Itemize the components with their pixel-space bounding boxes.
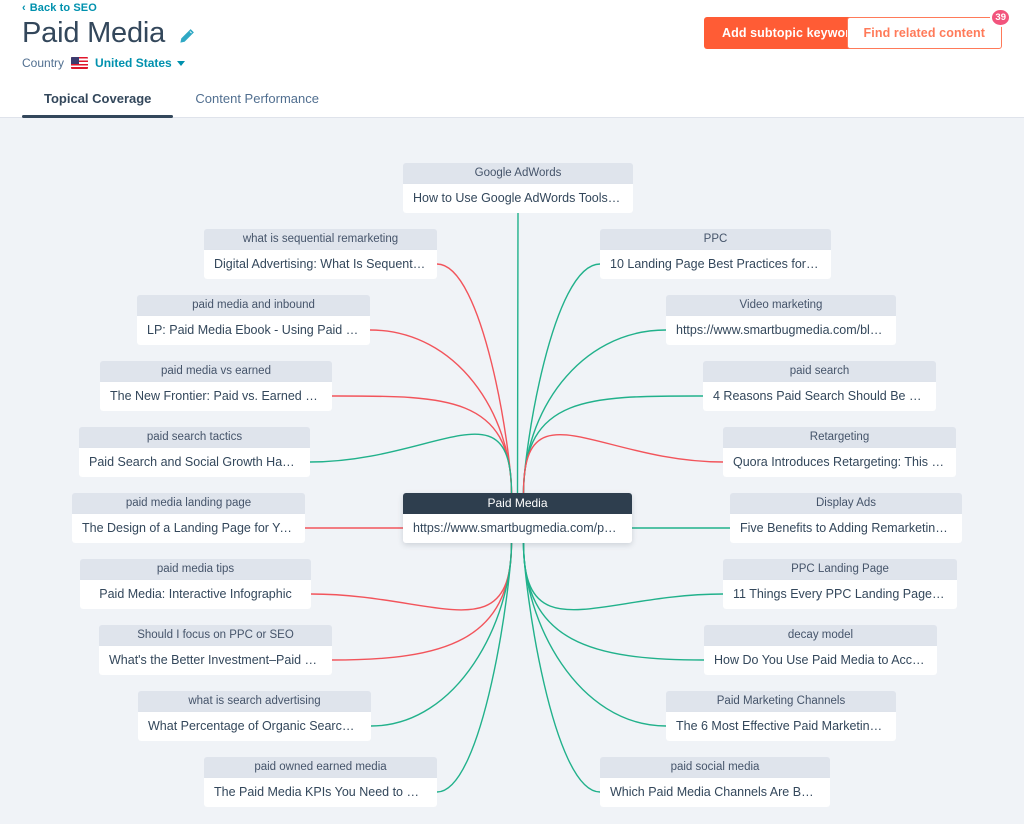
related-content-count-badge: 39 xyxy=(990,8,1011,27)
node-title: The Paid Media KPIs You Need to Be M… xyxy=(204,778,437,807)
cluster-node[interactable]: paid search 4 Reasons Paid Search Should … xyxy=(703,361,936,411)
cluster-edge xyxy=(522,542,705,661)
cluster-edge xyxy=(522,433,724,494)
cluster-edge xyxy=(310,542,513,611)
cluster-node[interactable]: decay model How Do You Use Paid Media to … xyxy=(704,625,937,675)
cluster-node[interactable]: paid media and inbound LP: Paid Media Ebo… xyxy=(137,295,370,345)
cluster-node[interactable]: Should I focus on PPC or SEO What's the B… xyxy=(99,625,332,675)
tab-content-performance[interactable]: Content Performance xyxy=(173,91,341,118)
back-to-seo-label: Back to SEO xyxy=(29,2,97,14)
cluster-edge xyxy=(522,263,601,494)
cluster-node[interactable]: Google AdWords How to Use Google AdWords … xyxy=(403,163,633,213)
node-title: Five Benefits to Adding Remarketing to … xyxy=(730,514,962,543)
node-keyword: paid owned earned media xyxy=(204,757,437,778)
page-header: ‹ Back to SEO Paid Media Country United … xyxy=(0,0,1024,118)
cluster-node[interactable]: Paid Marketing Channels The 6 Most Effect… xyxy=(666,691,896,741)
cluster-edge xyxy=(436,542,513,793)
node-title: LP: Paid Media Ebook - Using Paid Medi… xyxy=(137,316,370,345)
node-keyword: what is search advertising xyxy=(138,691,371,712)
cluster-node[interactable]: paid media tips Paid Media: Interactive I… xyxy=(80,559,311,609)
node-keyword: Retargeting xyxy=(723,427,956,448)
pencil-icon[interactable] xyxy=(179,28,195,44)
chevron-left-icon: ‹ xyxy=(22,1,26,14)
cluster-edge xyxy=(522,329,667,494)
node-keyword: Paid Marketing Channels xyxy=(666,691,896,712)
cluster-node[interactable]: paid media landing page The Design of a L… xyxy=(72,493,305,543)
united-states-flag-icon xyxy=(71,57,89,69)
cluster-node[interactable]: paid search tactics Paid Search and Socia… xyxy=(79,427,310,477)
node-title: Paid Media: Interactive Infographic xyxy=(80,580,311,609)
node-keyword: paid media and inbound xyxy=(137,295,370,316)
node-keyword: PPC xyxy=(600,229,831,250)
cluster-node[interactable]: Display Ads Five Benefits to Adding Remar… xyxy=(730,493,962,543)
topic-cluster-canvas[interactable]: Google AdWords How to Use Google AdWords … xyxy=(0,118,1024,824)
cluster-node[interactable]: Video marketing https://www.smartbugmedia… xyxy=(666,295,896,345)
node-title: The 6 Most Effective Paid Marketing Ch… xyxy=(666,712,896,741)
node-keyword: Video marketing xyxy=(666,295,896,316)
cluster-edge xyxy=(370,542,513,727)
node-keyword: Display Ads xyxy=(730,493,962,514)
node-title: How Do You Use Paid Media to Acceler… xyxy=(704,646,937,675)
country-selector[interactable]: Country United States xyxy=(22,56,185,70)
node-keyword: paid media vs earned xyxy=(100,361,332,382)
cluster-edge xyxy=(369,329,513,494)
cluster-node[interactable]: paid media vs earned The New Frontier: Pa… xyxy=(100,361,332,411)
node-title: 4 Reasons Paid Search Should Be Part o… xyxy=(703,382,936,411)
cluster-node[interactable]: PPC 10 Landing Page Best Practices for PP… xyxy=(600,229,831,279)
node-title: The New Frontier: Paid vs. Earned Media xyxy=(100,382,332,411)
node-title: What Percentage of Organic Search Sh… xyxy=(138,712,371,741)
node-keyword: Google AdWords xyxy=(403,163,633,184)
cluster-edge xyxy=(522,542,667,727)
node-keyword: paid search tactics xyxy=(79,427,310,448)
node-title: What's the Better Investment–Paid Sear… xyxy=(99,646,332,675)
country-value[interactable]: United States xyxy=(95,56,185,70)
node-keyword: paid media tips xyxy=(80,559,311,580)
cluster-edge xyxy=(522,542,724,611)
cluster-edge xyxy=(522,542,601,793)
node-title: The Design of a Landing Page for Your … xyxy=(72,514,305,543)
cluster-edge xyxy=(331,542,513,661)
cluster-node[interactable]: what is search advertising What Percentag… xyxy=(138,691,371,741)
cluster-edge xyxy=(309,433,513,494)
node-keyword: what is sequential remarketing xyxy=(204,229,437,250)
node-keyword: decay model xyxy=(704,625,937,646)
node-title: Paid Search and Social Growth Hacking … xyxy=(79,448,310,477)
cluster-edge xyxy=(516,212,519,494)
title-row: Paid Media xyxy=(22,16,195,50)
node-title: How to Use Google AdWords Tools to R… xyxy=(403,184,633,213)
chevron-down-icon xyxy=(176,60,185,66)
page-title: Paid Media xyxy=(22,17,166,49)
node-title: https://www.smartbugmedia.com/blog… xyxy=(666,316,896,345)
node-title: 10 Landing Page Best Practices for PPC … xyxy=(600,250,831,279)
country-value-label: United States xyxy=(95,56,172,70)
node-keyword: Paid Media xyxy=(403,493,632,514)
country-label: Country xyxy=(22,56,65,70)
cluster-node[interactable]: paid social media Which Paid Media Channe… xyxy=(600,757,830,807)
node-title: 11 Things Every PPC Landing Page Needs xyxy=(723,580,957,609)
node-title: https://www.smartbugmedia.com/paid-… xyxy=(403,514,632,543)
center-node[interactable]: Paid Media https://www.smartbugmedia.com/… xyxy=(403,493,632,543)
node-title: Digital Advertising: What Is Sequential … xyxy=(204,250,437,279)
back-to-seo-link[interactable]: ‹ Back to SEO xyxy=(22,2,97,14)
find-related-content-wrapper: Find related content 39 xyxy=(846,8,1011,49)
node-keyword: paid social media xyxy=(600,757,830,778)
seo-topic-page: ‹ Back to SEO Paid Media Country United … xyxy=(0,0,1024,824)
node-title: Quora Introduces Retargeting: This We… xyxy=(723,448,956,477)
cluster-node[interactable]: Retargeting Quora Introduces Retargeting:… xyxy=(723,427,956,477)
find-related-content-button[interactable]: Find related content xyxy=(846,17,1002,49)
cluster-node[interactable]: PPC Landing Page 11 Things Every PPC Land… xyxy=(723,559,957,609)
node-keyword: paid search xyxy=(703,361,936,382)
tab-topical-coverage[interactable]: Topical Coverage xyxy=(22,91,174,118)
cluster-node[interactable]: paid owned earned media The Paid Media KP… xyxy=(204,757,437,807)
node-keyword: paid media landing page xyxy=(72,493,305,514)
node-title: Which Paid Media Channels Are Best fo… xyxy=(600,778,830,807)
tab-bar: Topical Coverage Content Performance xyxy=(22,91,341,118)
cluster-node[interactable]: what is sequential remarketing Digital Ad… xyxy=(204,229,437,279)
node-keyword: Should I focus on PPC or SEO xyxy=(99,625,332,646)
cluster-edge xyxy=(436,263,513,494)
node-keyword: PPC Landing Page xyxy=(723,559,957,580)
